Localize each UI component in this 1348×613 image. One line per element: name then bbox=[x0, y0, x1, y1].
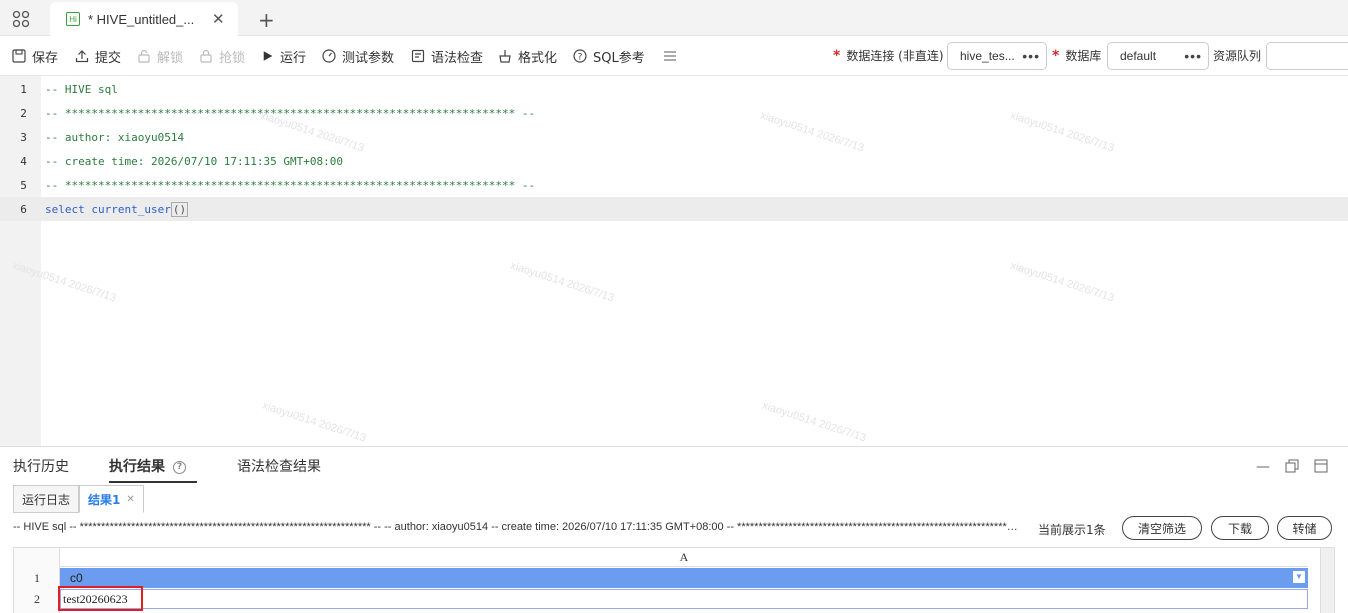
subtab-result-1[interactable]: 结果1 ✕ bbox=[79, 485, 144, 513]
row-number: 2 bbox=[34, 592, 40, 606]
unlock-button[interactable]: 解锁 bbox=[137, 47, 184, 66]
sql-paren: () bbox=[170, 201, 189, 217]
result-header-cell[interactable]: c0 ▼ bbox=[60, 568, 1308, 588]
editor-tab[interactable]: Hi * HIVE_untitled_... ✕ bbox=[50, 2, 238, 36]
unlock-label: 解锁 bbox=[157, 50, 184, 66]
tab-title: * HIVE_untitled_... bbox=[88, 11, 195, 27]
new-tab-icon[interactable]: + bbox=[258, 8, 275, 32]
syntax-check-button[interactable]: 语法检查 bbox=[411, 47, 484, 66]
database-label: * 数据库 bbox=[1052, 47, 1102, 64]
watermark: xiaoyu0514 2026/7/13 bbox=[760, 399, 868, 445]
result-info-bar: -- HIVE sql -- *************************… bbox=[0, 513, 1348, 543]
watermark: xiaoyu0514 2026/7/13 bbox=[508, 259, 616, 305]
hive-file-icon: Hi bbox=[66, 12, 80, 26]
syntax-check-label: 语法检查 bbox=[431, 50, 484, 66]
close-subtab-icon[interactable]: ✕ bbox=[126, 494, 134, 505]
filter-dropdown-icon[interactable]: ▼ bbox=[1292, 570, 1306, 584]
watermark: xiaoyu0514 2026/7/13 bbox=[260, 399, 368, 445]
download-button[interactable]: 下载 bbox=[1211, 516, 1269, 540]
column-header-a[interactable]: A bbox=[60, 548, 1308, 567]
tab-syntax-check-results[interactable]: 语法检查结果 bbox=[237, 456, 321, 476]
test-params-button[interactable]: 测试参数 bbox=[322, 47, 395, 66]
tab-bar: Hi * HIVE_untitled_... ✕ + bbox=[0, 0, 1348, 36]
bottom-panel: 执行历史 执行结果? 语法检查结果 — 运行日志 结果1 ✕ -- HIVE sq… bbox=[0, 446, 1348, 613]
editor-line[interactable]: 4 -- create time: 2026/07/10 17:11:35 GM… bbox=[0, 149, 1348, 173]
restore-icon[interactable] bbox=[1285, 459, 1299, 473]
highlight-annotation-box bbox=[58, 586, 143, 611]
grab-lock-label: 抢锁 bbox=[219, 50, 246, 66]
result-grid: A 1 2 c0 ▼ test20260623 bbox=[13, 547, 1335, 613]
test-params-label: 测试参数 bbox=[342, 50, 395, 66]
data-connection-label: * 数据连接 (非直连) bbox=[833, 47, 944, 64]
more-dots-icon[interactable]: ••• bbox=[1022, 48, 1040, 64]
vertical-scrollbar[interactable] bbox=[1320, 548, 1334, 613]
database-select[interactable]: default ••• bbox=[1107, 42, 1209, 70]
subtab-run-log[interactable]: 运行日志 bbox=[13, 485, 80, 513]
play-icon bbox=[263, 51, 273, 61]
apps-grid-icon[interactable] bbox=[12, 10, 30, 28]
save-button[interactable]: 保存 bbox=[12, 47, 59, 66]
tab-execution-results[interactable]: 执行结果? bbox=[109, 456, 186, 476]
sql-keyword: select bbox=[45, 202, 85, 216]
list-menu-icon bbox=[664, 51, 676, 61]
help-icon[interactable]: ? bbox=[173, 460, 186, 474]
row-count-text: 当前展示1条 bbox=[1038, 523, 1106, 537]
editor-line[interactable]: 5 -- ***********************************… bbox=[0, 173, 1348, 197]
broom-icon bbox=[499, 50, 511, 63]
result-data-cell[interactable]: test20260623 bbox=[60, 589, 1308, 609]
row-number: 1 bbox=[34, 571, 40, 585]
dump-button[interactable]: 转储 bbox=[1277, 516, 1332, 540]
upload-icon bbox=[75, 50, 89, 63]
executed-query-text: -- HIVE sql -- *************************… bbox=[13, 521, 1018, 533]
sql-reference-label: SQL参考 bbox=[593, 50, 645, 66]
run-button[interactable]: 运行 bbox=[262, 47, 307, 66]
maximize-icon[interactable] bbox=[1314, 459, 1328, 473]
resource-queue-label: 资源队列 bbox=[1213, 49, 1262, 63]
result-subtabs: 运行日志 结果1 ✕ bbox=[13, 485, 144, 513]
submit-button[interactable]: 提交 bbox=[75, 47, 122, 66]
close-tab-icon[interactable]: ✕ bbox=[212, 10, 225, 28]
editor-line[interactable]: 1 -- HIVE sql bbox=[0, 77, 1348, 101]
sql-function: current_user bbox=[91, 202, 171, 216]
data-connection-select[interactable]: hive_tes... ••• bbox=[947, 42, 1047, 70]
sql-editor[interactable]: 1 -- HIVE sql 2 -- *********************… bbox=[0, 76, 1348, 446]
tab-execution-history[interactable]: 执行历史 bbox=[13, 456, 69, 476]
submit-label: 提交 bbox=[95, 50, 122, 66]
toolbar: 保存 提交 解锁 抢锁 运行 测试参数 语法检查 格式化 ? SQL参考 * 数据… bbox=[0, 36, 1348, 76]
clear-filter-button[interactable]: 清空筛选 bbox=[1122, 516, 1202, 540]
format-label: 格式化 bbox=[518, 50, 558, 66]
unlock-icon bbox=[138, 49, 150, 63]
save-icon bbox=[12, 49, 26, 63]
save-label: 保存 bbox=[32, 50, 59, 66]
gauge-icon bbox=[322, 49, 336, 63]
syntax-check-icon bbox=[411, 49, 425, 63]
resource-queue-select[interactable] bbox=[1266, 42, 1348, 70]
grab-lock-button[interactable]: 抢锁 bbox=[199, 47, 246, 66]
run-label: 运行 bbox=[280, 50, 307, 66]
editor-line-active[interactable]: 6 select current_user() bbox=[0, 197, 1348, 221]
minimize-icon[interactable]: — bbox=[1256, 459, 1270, 475]
format-button[interactable]: 格式化 bbox=[498, 47, 558, 66]
more-menu-button[interactable] bbox=[663, 47, 683, 65]
watermark: xiaoyu0514 2026/7/13 bbox=[1008, 259, 1116, 305]
sql-reference-button[interactable]: ? SQL参考 bbox=[573, 47, 645, 66]
editor-line[interactable]: 3 -- author: xiaoyu0514 bbox=[0, 125, 1348, 149]
more-dots-icon[interactable]: ••• bbox=[1184, 48, 1202, 64]
editor-line[interactable]: 2 -- ***********************************… bbox=[0, 101, 1348, 125]
active-tab-indicator bbox=[109, 481, 197, 483]
svg-text:?: ? bbox=[578, 53, 583, 63]
help-circle-icon: ? bbox=[573, 49, 587, 63]
lock-icon bbox=[200, 49, 212, 63]
